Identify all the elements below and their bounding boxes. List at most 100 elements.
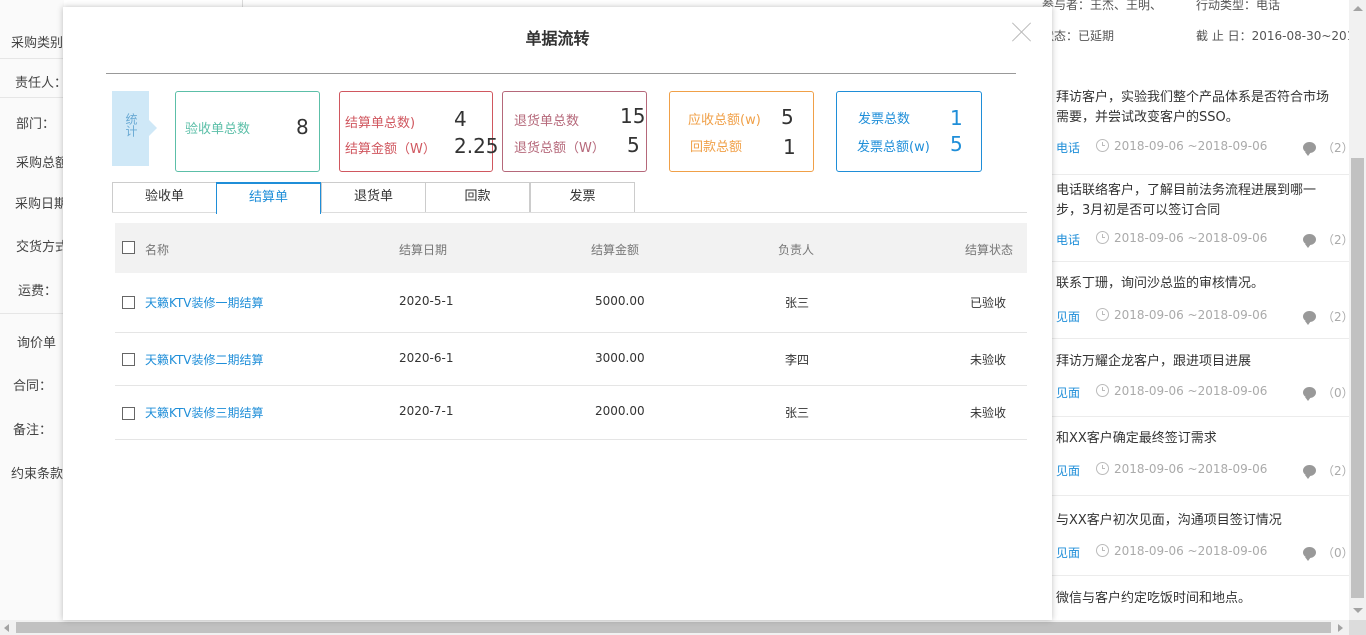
- card-value: 5: [627, 133, 640, 157]
- row-status: 未验收: [970, 353, 1007, 367]
- acceptance-count-card: 验收单总数 8: [175, 91, 320, 172]
- comment-icon[interactable]: [1303, 234, 1316, 248]
- row-checkbox[interactable]: [122, 353, 135, 366]
- scroll-up-icon[interactable]: [1353, 6, 1363, 11]
- activity-item[interactable]: 拜访万耀企龙客户，跟进项目进展 见面 2018-09-06 ~2018-09-0…: [1052, 352, 1354, 417]
- activity-meta: 见面 2018-09-06 ~2018-09-06 （2）: [1056, 462, 1354, 479]
- document-tabs: 验收单 结算单 退货单 回款 发票: [112, 182, 1027, 214]
- card-label: 发票总数: [858, 112, 911, 127]
- card-value: 4: [454, 107, 467, 131]
- activity-type-link[interactable]: 电话: [1056, 141, 1080, 155]
- info-deadline: 截 止 日：2016-08-30~2016-0: [1196, 29, 1366, 43]
- card-label: 验收单总数: [185, 122, 251, 137]
- activity-date: 2018-09-06 ~2018-09-06: [1114, 384, 1268, 398]
- activity-meta: 电话 2018-09-06 ~2018-09-06 （2）: [1056, 231, 1354, 248]
- row-checkbox[interactable]: [122, 296, 135, 309]
- table-row[interactable]: 天籁KTV装修二期结算 2020-6-1 3000.00 李四 未验收: [115, 333, 1027, 386]
- row-name-link[interactable]: 天籁KTV装修三期结算: [145, 404, 263, 421]
- row-date: 2020-7-1: [399, 404, 454, 418]
- comment-icon[interactable]: [1303, 547, 1316, 561]
- clock-icon: [1096, 544, 1109, 557]
- comment-icon[interactable]: [1303, 142, 1316, 156]
- form-label-category: 采购类别: [11, 36, 64, 51]
- form-label-inquiry: 询价单: [17, 336, 57, 351]
- background-divider: [242, 0, 243, 7]
- activity-type-link[interactable]: 见面: [1056, 546, 1080, 560]
- form-label-contract: 合同：: [13, 379, 53, 394]
- card-value: 2.25: [454, 134, 499, 158]
- comment-icon[interactable]: [1303, 387, 1316, 401]
- tab-returns[interactable]: 退货单: [321, 182, 426, 212]
- activity-item[interactable]: 电话联络客户，了解目前法务流程进展到哪一步，3月初是否可以签订合同 电话 201…: [1052, 181, 1354, 262]
- activity-title: 和XX客户确定最终签订需求: [1056, 431, 1217, 446]
- activity-item[interactable]: 拜访客户，实验我们整个产品体系是否符合市场需要，并尝试改变客户的SSO。 电话 …: [1052, 88, 1354, 175]
- stats-tag: 统计: [112, 91, 157, 166]
- row-owner: 李四: [785, 353, 810, 367]
- header-status: 结算状态: [965, 243, 1014, 257]
- card-label: 回款总额: [690, 140, 743, 155]
- form-label-remarks: 备注：: [13, 423, 53, 438]
- tab-invoices[interactable]: 发票: [530, 182, 635, 212]
- select-all-checkbox[interactable]: [122, 241, 135, 254]
- card-label: 应收总额(w): [688, 113, 761, 128]
- title-divider: [106, 73, 1016, 74]
- row-checkbox[interactable]: [122, 407, 135, 420]
- card-value: 1: [950, 106, 963, 130]
- settlement-card: 结算单总数) 4 结算金额（W） 2.25: [339, 91, 499, 172]
- info-action-type: 行动类型：电话: [1196, 0, 1281, 12]
- form-label-total: 采购总额: [16, 156, 69, 171]
- horizontal-scroll-thumb[interactable]: [16, 622, 1331, 633]
- vertical-scroll-thumb[interactable]: [1351, 158, 1364, 598]
- scroll-down-icon[interactable]: [1353, 608, 1363, 613]
- row-amount: 2000.00: [595, 404, 645, 418]
- row-date: 2020-6-1: [399, 351, 454, 365]
- clock-icon: [1096, 139, 1109, 152]
- activity-type-link[interactable]: 电话: [1056, 233, 1080, 247]
- clock-icon: [1096, 462, 1109, 475]
- row-name-link[interactable]: 天籁KTV装修二期结算: [145, 351, 263, 368]
- scrollbar-corner: [1349, 620, 1366, 635]
- activity-item[interactable]: 微信与客户约定吃饭时间和地点。: [1052, 589, 1349, 619]
- activity-item[interactable]: 联系丁珊，询问沙总监的审核情况。 见面 2018-09-06 ~2018-09-…: [1052, 274, 1354, 339]
- tab-acceptance[interactable]: 验收单: [112, 182, 217, 212]
- close-icon[interactable]: [1011, 21, 1033, 43]
- comment-icon[interactable]: [1303, 465, 1316, 479]
- receivable-card: 应收总额(w) 5 回款总额 1: [669, 91, 814, 172]
- card-value: 5: [950, 132, 963, 156]
- activity-date: 2018-09-06 ~2018-09-06: [1114, 308, 1268, 322]
- form-label-date: 采购日期: [15, 197, 68, 212]
- activity-type-link[interactable]: 见面: [1056, 386, 1080, 400]
- card-label: 退货总额（W）: [514, 141, 605, 156]
- card-label: 结算单总数): [345, 116, 416, 131]
- table-row[interactable]: 天籁KTV装修三期结算 2020-7-1 2000.00 张三 未验收: [115, 386, 1027, 440]
- row-name-link[interactable]: 天籁KTV装修一期结算: [145, 294, 263, 311]
- info-participants: 参与者：王杰、王明、: [1042, 0, 1163, 12]
- scroll-left-icon[interactable]: [4, 624, 9, 632]
- row-owner: 张三: [785, 406, 810, 420]
- form-label-terms: 约束条款: [11, 467, 64, 482]
- activity-type-link[interactable]: 见面: [1056, 310, 1080, 324]
- clock-icon: [1096, 231, 1109, 244]
- info-status: 状态：已延期: [1042, 29, 1115, 43]
- activity-title: 联系丁珊，询问沙总监的审核情况。: [1056, 276, 1265, 291]
- comment-icon[interactable]: [1303, 311, 1316, 325]
- row-owner: 张三: [785, 296, 810, 310]
- tab-payments[interactable]: 回款: [425, 182, 530, 212]
- activity-item[interactable]: 和XX客户确定最终签订需求 见面 2018-09-06 ~2018-09-06 …: [1052, 429, 1354, 496]
- form-divider: [0, 97, 64, 98]
- activity-item[interactable]: 与XX客户初次见面，沟通项目签订情况 见面 2018-09-06 ~2018-0…: [1052, 511, 1354, 576]
- card-label: 退货单总数: [514, 114, 580, 129]
- card-value: 8: [296, 115, 309, 139]
- activity-title: 电话联络客户，了解目前法务流程进展到哪一步，3月初是否可以签订合同: [1056, 183, 1317, 218]
- row-status: 未验收: [970, 406, 1007, 420]
- tab-settlement[interactable]: 结算单: [216, 182, 321, 214]
- form-label-owner: 责任人：: [15, 76, 68, 91]
- table-row[interactable]: 天籁KTV装修一期结算 2020-5-1 5000.00 张三 已验收: [115, 273, 1027, 333]
- activity-meta: 见面 2018-09-06 ~2018-09-06 （2）: [1056, 308, 1354, 325]
- header-owner: 负责人: [778, 243, 815, 257]
- clock-icon: [1096, 384, 1109, 397]
- table-header: 名称 结算日期 结算金额 负责人 结算状态: [115, 223, 1027, 273]
- scroll-right-icon[interactable]: [1338, 624, 1343, 632]
- activity-meta: 电话 2018-09-06 ~2018-09-06 （2）: [1056, 139, 1354, 156]
- activity-type-link[interactable]: 见面: [1056, 464, 1080, 478]
